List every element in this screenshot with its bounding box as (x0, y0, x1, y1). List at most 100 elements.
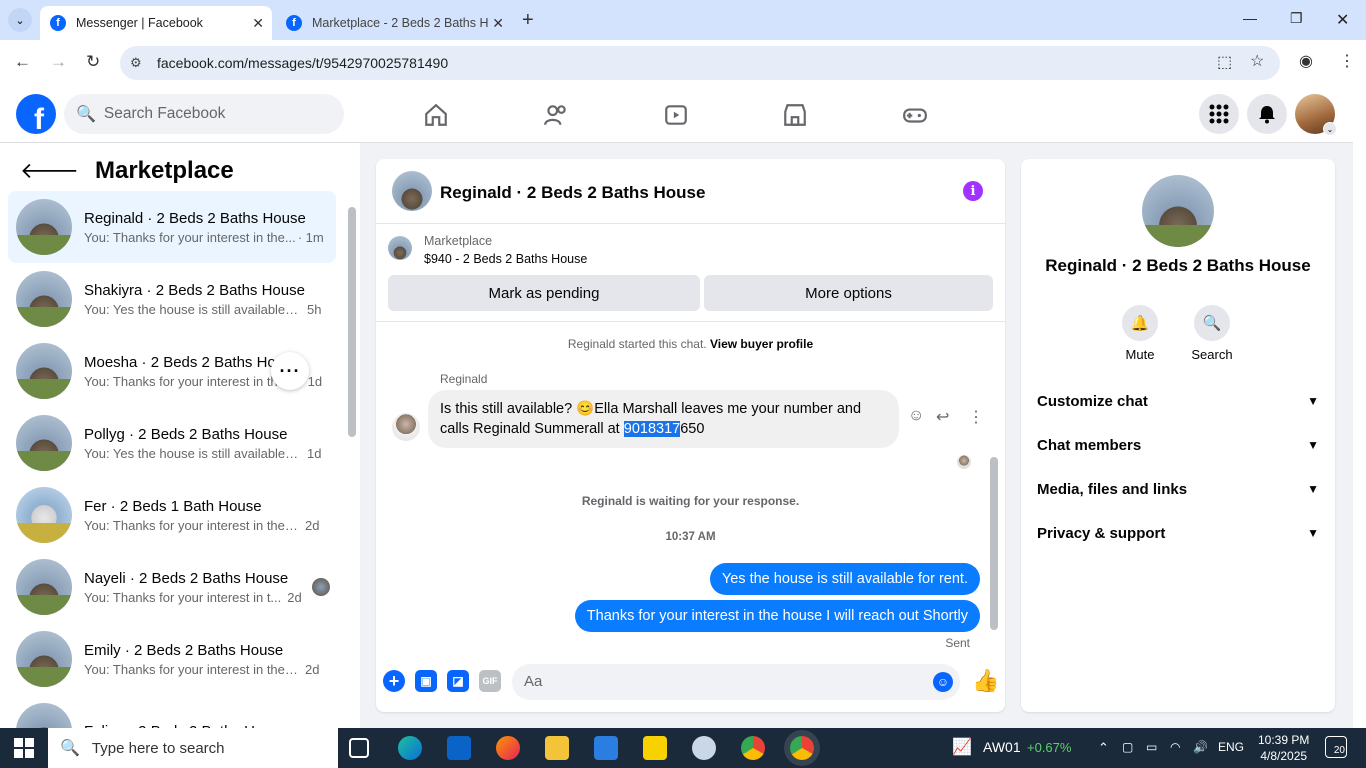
view-buyer-profile-link[interactable]: View buyer profile (710, 337, 813, 351)
stock-name[interactable]: AW01 (983, 739, 1021, 755)
conversation-thumbnail (16, 559, 72, 615)
profile-icon[interactable]: ◉ (1299, 51, 1313, 71)
language-indicator[interactable]: ENG (1218, 740, 1244, 754)
account-avatar[interactable]: ⌄ (1295, 94, 1337, 136)
address-bar[interactable]: ⚙ facebook.com/messages/t/95429700257814… (120, 46, 1280, 80)
more-options-button[interactable]: More options (704, 275, 993, 311)
outgoing-message[interactable]: Yes the house is still available for ren… (709, 563, 980, 595)
contact-avatar[interactable] (1142, 175, 1214, 247)
notifications-bell-icon[interactable] (1247, 94, 1287, 134)
edge-icon[interactable] (398, 736, 422, 760)
chrome-active-icon[interactable] (790, 736, 814, 760)
volume-icon[interactable]: 🔊 (1193, 740, 1208, 754)
thumbs-up-icon[interactable]: 👍 (972, 668, 999, 694)
app-icon[interactable] (692, 736, 716, 760)
conversation-preview: You: Thanks for your interest in th (84, 373, 278, 389)
windows-start-icon[interactable] (14, 738, 34, 758)
conversation-item[interactable]: Emily · 2 Beds 2 Baths House You: Thanks… (8, 623, 336, 695)
customize-chat-section[interactable]: Customize chat ▼ (1037, 379, 1319, 423)
file-explorer-icon[interactable] (545, 736, 569, 760)
minimize-icon[interactable]: — (1243, 10, 1257, 26)
attach-image-icon[interactable]: ▣ (415, 670, 437, 692)
task-view-icon[interactable] (349, 738, 369, 758)
message-timestamp: 10:37 AM (665, 531, 716, 543)
menu-kebab-icon[interactable]: ⋮ (1339, 51, 1355, 71)
taskbar-search-box[interactable]: 🔍 Type here to search (48, 728, 338, 768)
install-app-icon[interactable]: ⬚ (1217, 52, 1232, 72)
mute-button[interactable]: 🔔 Mute (1110, 305, 1170, 362)
chat-avatar[interactable] (392, 171, 432, 211)
back-icon[interactable]: ← (14, 52, 31, 72)
message-more-icon[interactable]: ⋮ (968, 407, 984, 427)
add-plus-icon[interactable]: + (383, 670, 405, 692)
close-tab-icon[interactable]: ✕ (252, 15, 264, 32)
new-tab-icon[interactable]: + (522, 9, 534, 32)
sidebar-scrollbar-thumb[interactable] (348, 207, 356, 437)
conversation-item[interactable]: Pollyg · 2 Beds 2 Baths House You: Yes t… (8, 407, 336, 479)
page-scrollbar[interactable] (1353, 86, 1366, 728)
sticky-notes-icon[interactable] (643, 736, 667, 760)
info-icon[interactable]: i (963, 181, 983, 201)
conversation-thumbnail (16, 631, 72, 687)
emoji-icon[interactable]: ☺ (933, 672, 953, 692)
listing-title[interactable]: $940 - 2 Beds 2 Baths House (424, 252, 587, 266)
outlook-icon[interactable] (447, 736, 471, 760)
meet-icon[interactable]: ▢ (1122, 740, 1133, 754)
section-label: Media, files and links (1037, 480, 1188, 498)
chat-scrollbar-thumb[interactable] (990, 457, 998, 630)
battery-icon[interactable]: ▭ (1146, 740, 1157, 754)
section-label: Chat members (1037, 436, 1142, 454)
chat-title[interactable]: Reginald · 2 Beds 2 Baths House (440, 183, 705, 203)
chrome-icon[interactable] (741, 736, 765, 760)
outgoing-message[interactable]: Thanks for your interest in the house I … (574, 600, 980, 632)
sender-avatar[interactable] (392, 413, 420, 441)
chat-members-section[interactable]: Chat members ▼ (1037, 423, 1319, 467)
tab-search-icon[interactable]: ⌄ (8, 8, 32, 32)
search-conversation-button[interactable]: 🔍 Search (1182, 305, 1242, 362)
listing-thumbnail[interactable] (388, 236, 412, 260)
friends-icon[interactable] (543, 102, 569, 128)
sticker-icon[interactable]: ◪ (447, 670, 469, 692)
tab-marketplace[interactable]: f Marketplace - 2 Beds 2 Baths H ✕ (276, 6, 512, 40)
site-info-icon[interactable]: ⚙ (130, 55, 142, 71)
conversation-item[interactable]: Reginald · 2 Beds 2 Baths House You: Tha… (8, 191, 336, 263)
conversation-preview: You: Thanks for your interest in the ... (84, 517, 299, 533)
reload-icon[interactable]: ↻ (86, 52, 100, 72)
privacy-support-section[interactable]: Privacy & support ▼ (1037, 511, 1319, 555)
mark-as-pending-button[interactable]: Mark as pending (388, 275, 700, 311)
close-tab-icon[interactable]: ✕ (492, 15, 504, 32)
chat-scrollbar[interactable] (988, 322, 1000, 652)
message-input[interactable]: Aa (512, 664, 960, 700)
facebook-logo-icon[interactable]: f (16, 94, 56, 134)
facebook-search-input[interactable]: 🔍 Search Facebook (64, 94, 344, 134)
store-icon[interactable] (594, 736, 618, 760)
back-arrow-icon[interactable]: 🡐 (20, 158, 79, 184)
conversation-item[interactable]: Fer · 2 Beds 1 Bath House You: Thanks fo… (8, 479, 336, 551)
gaming-icon[interactable] (902, 102, 928, 128)
wifi-icon[interactable]: ◠ (1170, 740, 1180, 754)
conversation-item[interactable]: Nayeli · 2 Beds 2 Baths House You: Thank… (8, 551, 336, 623)
incoming-message[interactable]: Is this still available? 😊Ella Marshall … (428, 390, 899, 448)
react-emoji-icon[interactable]: ☺ (908, 407, 924, 425)
conversation-name: Pollyg · 2 Beds 2 Baths House (84, 425, 288, 443)
marketplace-icon[interactable] (782, 102, 808, 128)
menu-grid-icon[interactable] (1199, 94, 1239, 134)
reply-icon[interactable]: ↩ (936, 407, 949, 427)
chevron-down-icon: ▼ (1307, 394, 1319, 408)
restore-icon[interactable]: ❐ (1290, 10, 1303, 27)
forward-icon[interactable]: → (50, 52, 67, 72)
close-window-icon[interactable]: ✕ (1336, 10, 1349, 30)
sidebar-scrollbar[interactable] (347, 193, 357, 723)
conversation-item[interactable]: Shakiyra · 2 Beds 2 Baths House You: Yes… (8, 263, 336, 335)
home-icon[interactable] (423, 102, 449, 128)
system-clock[interactable]: 10:39 PM 4/8/2025 (1258, 732, 1309, 764)
conversation-more-options-icon[interactable]: ··· (271, 352, 309, 390)
media-files-links-section[interactable]: Media, files and links ▼ (1037, 467, 1319, 511)
chevron-up-icon[interactable]: ⌃ (1098, 740, 1109, 756)
firefox-icon[interactable] (496, 736, 520, 760)
notification-center-icon[interactable]: 20 (1325, 736, 1347, 758)
gif-icon[interactable]: GIF (479, 670, 501, 692)
video-icon[interactable] (663, 102, 689, 128)
bookmark-star-icon[interactable]: ☆ (1250, 51, 1264, 71)
tab-messenger[interactable]: f Messenger | Facebook ✕ (40, 6, 272, 40)
